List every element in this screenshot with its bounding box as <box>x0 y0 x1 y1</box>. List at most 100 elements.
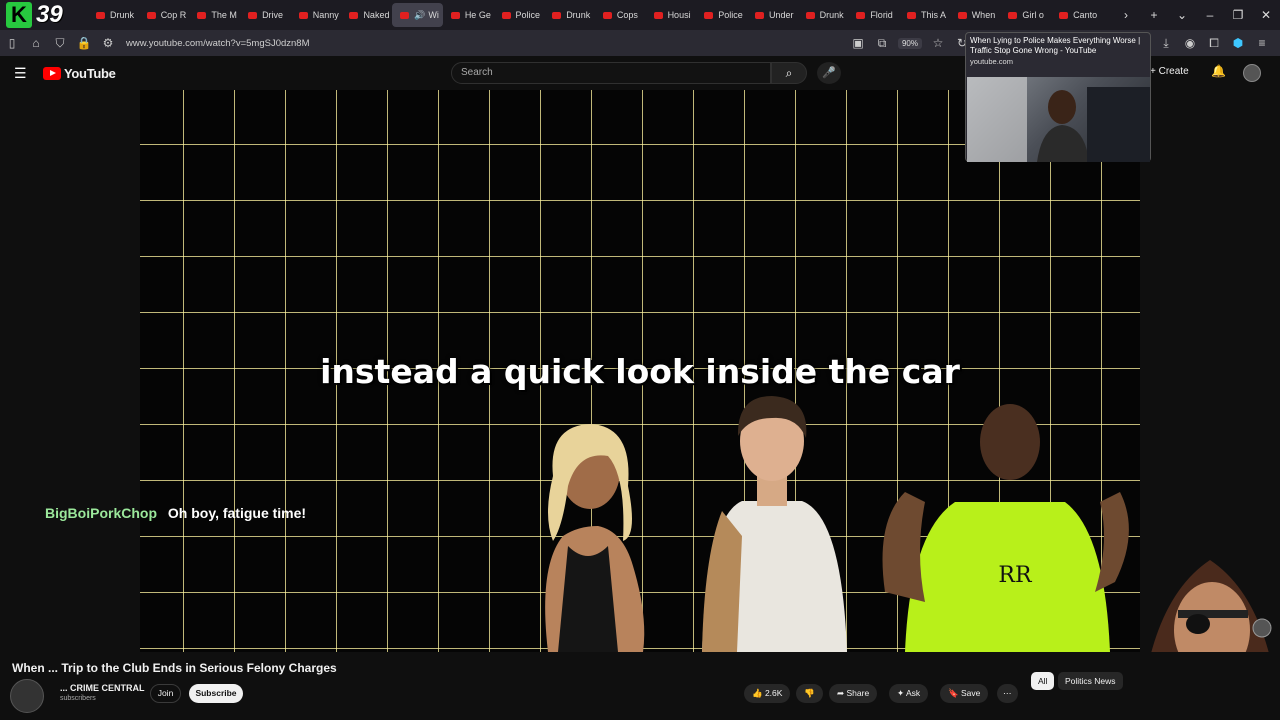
tab-counter[interactable]: K 39 <box>6 1 78 28</box>
filter-chip-politics-news[interactable]: Politics News <box>1058 672 1123 690</box>
youtube-favicon-icon <box>197 11 207 19</box>
vpn-icon[interactable]: ⬢ <box>1226 36 1250 50</box>
tab-list-icon[interactable]: ⌄ <box>1168 8 1196 22</box>
home-icon[interactable]: ⌂ <box>24 36 48 50</box>
youtube-favicon-icon <box>805 11 815 19</box>
browser-tab[interactable]: Police <box>494 3 545 27</box>
browser-tab[interactable]: Drive <box>240 3 291 27</box>
hamburger-menu-icon[interactable]: ☰ <box>14 65 27 82</box>
tab-count: 39 <box>36 1 63 28</box>
new-tab-icon[interactable]: + <box>1140 8 1168 22</box>
youtube-favicon-icon <box>146 11 156 19</box>
browser-tab[interactable]: Florid <box>848 3 899 27</box>
video-info-section: When ... Trip to the Club Ends in Seriou… <box>0 652 1280 720</box>
dislike-button[interactable]: 👎 <box>796 684 823 703</box>
lock-icon[interactable]: 🔒 <box>72 36 96 50</box>
channel-avatar[interactable] <box>10 679 44 713</box>
browser-tab[interactable]: The M <box>189 3 240 27</box>
channel-name[interactable]: ... CRIME CENTRAL <box>60 683 145 693</box>
browser-tab[interactable]: This A <box>899 3 950 27</box>
tab-scroll-right-icon[interactable]: › <box>1112 8 1140 22</box>
extensions-icon[interactable]: ⧠ <box>1202 36 1226 51</box>
youtube-favicon-icon <box>856 11 866 19</box>
browser-tab[interactable]: When <box>950 3 1001 27</box>
tooltip-url: youtube.com <box>970 57 1013 66</box>
youtube-favicon-icon <box>501 11 511 19</box>
url-field[interactable]: www.youtube.com/watch?v=5mgSJ0dzn8M <box>126 38 310 49</box>
search-button[interactable]: ⌕ <box>771 62 807 84</box>
browser-tab[interactable]: Naked <box>341 3 392 27</box>
browser-tab[interactable]: Drunk <box>544 3 595 27</box>
browser-tab-active[interactable]: 🔊Wi✕ <box>392 3 443 27</box>
youtube-favicon-icon <box>602 11 612 19</box>
user-avatar[interactable] <box>1243 64 1261 82</box>
tooltip-title: When Lying to Police Makes Everything Wo… <box>970 36 1141 55</box>
permissions-icon[interactable]: ⚙ <box>96 36 120 50</box>
save-button[interactable]: 🔖 Save <box>940 684 989 703</box>
browser-tab[interactable]: He Ge <box>443 3 494 27</box>
person-figure-center <box>702 396 847 652</box>
notifications-bell-icon[interactable]: 🔔 <box>1211 64 1226 78</box>
chat-username: BigBoiPorkChop <box>45 505 157 521</box>
maximize-icon[interactable]: ❐ <box>1224 8 1252 22</box>
chat-message: Oh boy, fatigue time! <box>167 505 307 521</box>
person-figure-right: RR <box>882 404 1129 652</box>
video-caption: instead a quick look inside the car <box>320 352 960 391</box>
browser-tab[interactable]: Canto <box>1051 3 1102 27</box>
account-icon[interactable]: ◉ <box>1178 36 1202 50</box>
sidebar-toggle-icon[interactable]: ▯ <box>0 36 24 50</box>
picture-in-picture-icon[interactable]: ▣ <box>846 36 870 50</box>
youtube-favicon-icon <box>248 11 258 19</box>
ask-button[interactable]: ✦ Ask <box>889 684 929 703</box>
like-button[interactable]: 👍 2.6K <box>744 684 791 703</box>
k-logo-icon: K <box>6 2 32 28</box>
voice-search-icon[interactable]: 🎤 <box>817 62 841 84</box>
youtube-logo[interactable]: YouTube <box>43 66 116 81</box>
browser-tab[interactable]: Housi <box>646 3 697 27</box>
video-title: When ... Trip to the Club Ends in Seriou… <box>12 661 337 675</box>
youtube-favicon-icon <box>552 11 562 19</box>
more-actions-button[interactable]: ⋯ <box>997 684 1018 703</box>
browser-tab[interactable]: Nanny <box>291 3 342 27</box>
browser-tab-bar: K 39 Drunk Cop R The M Drive Nanny Naked… <box>0 0 1280 30</box>
zoom-level[interactable]: 90% <box>897 37 922 49</box>
youtube-play-logo-icon <box>43 67 61 80</box>
svg-text:RR: RR <box>998 563 1033 588</box>
filter-chip-all[interactable]: All <box>1031 672 1055 690</box>
youtube-favicon-icon <box>349 11 359 19</box>
bookmark-star-icon[interactable]: ☆ <box>926 36 950 50</box>
browser-tab[interactable]: Police <box>696 3 747 27</box>
youtube-favicon-icon <box>653 11 663 19</box>
browser-tab[interactable]: Drunk <box>88 3 139 27</box>
person-figure-left <box>545 424 645 652</box>
youtube-favicon-icon <box>298 11 308 19</box>
browser-tab[interactable]: Under <box>747 3 798 27</box>
create-button[interactable]: + Create <box>1150 66 1189 77</box>
close-window-icon[interactable]: ✕ <box>1252 8 1280 22</box>
app-menu-icon[interactable]: ≡ <box>1250 36 1274 50</box>
browser-tab[interactable]: Drunk <box>798 3 849 27</box>
browser-tab[interactable]: Cops <box>595 3 646 27</box>
search-input[interactable]: Search <box>451 62 771 84</box>
downloads-icon[interactable]: ⤓ <box>1154 36 1178 51</box>
minimize-icon[interactable]: – <box>1196 8 1224 22</box>
window-controls: › + ⌄ – ❐ ✕ <box>1112 0 1280 30</box>
video-player[interactable]: instead a quick look inside the car RR <box>140 90 1140 652</box>
search-icon: ⌕ <box>785 66 793 80</box>
chat-overlay: BigBoiPorkChop Oh boy, fatigue time! <box>45 505 306 521</box>
join-button[interactable]: Join <box>150 684 181 703</box>
tooltip-thumbnail <box>967 77 1150 162</box>
browser-tab[interactable]: Girl o <box>1000 3 1051 27</box>
audio-playing-icon[interactable]: 🔊 <box>414 10 425 21</box>
youtube-favicon-icon <box>957 11 967 19</box>
youtube-favicon-icon <box>1008 11 1018 19</box>
thumbnail-image <box>967 77 1150 162</box>
shield-icon[interactable]: ⛉ <box>48 36 72 51</box>
youtube-favicon-icon <box>1059 11 1069 19</box>
screenshot-icon[interactable]: ⧉ <box>870 36 894 51</box>
subscribe-button[interactable]: Subscribe <box>189 684 243 703</box>
youtube-favicon-icon <box>96 11 105 19</box>
browser-tab[interactable]: Cop R <box>139 3 190 27</box>
share-button[interactable]: ➦ Share <box>829 684 878 703</box>
more-horizontal-icon: ⋯ <box>1003 688 1012 698</box>
